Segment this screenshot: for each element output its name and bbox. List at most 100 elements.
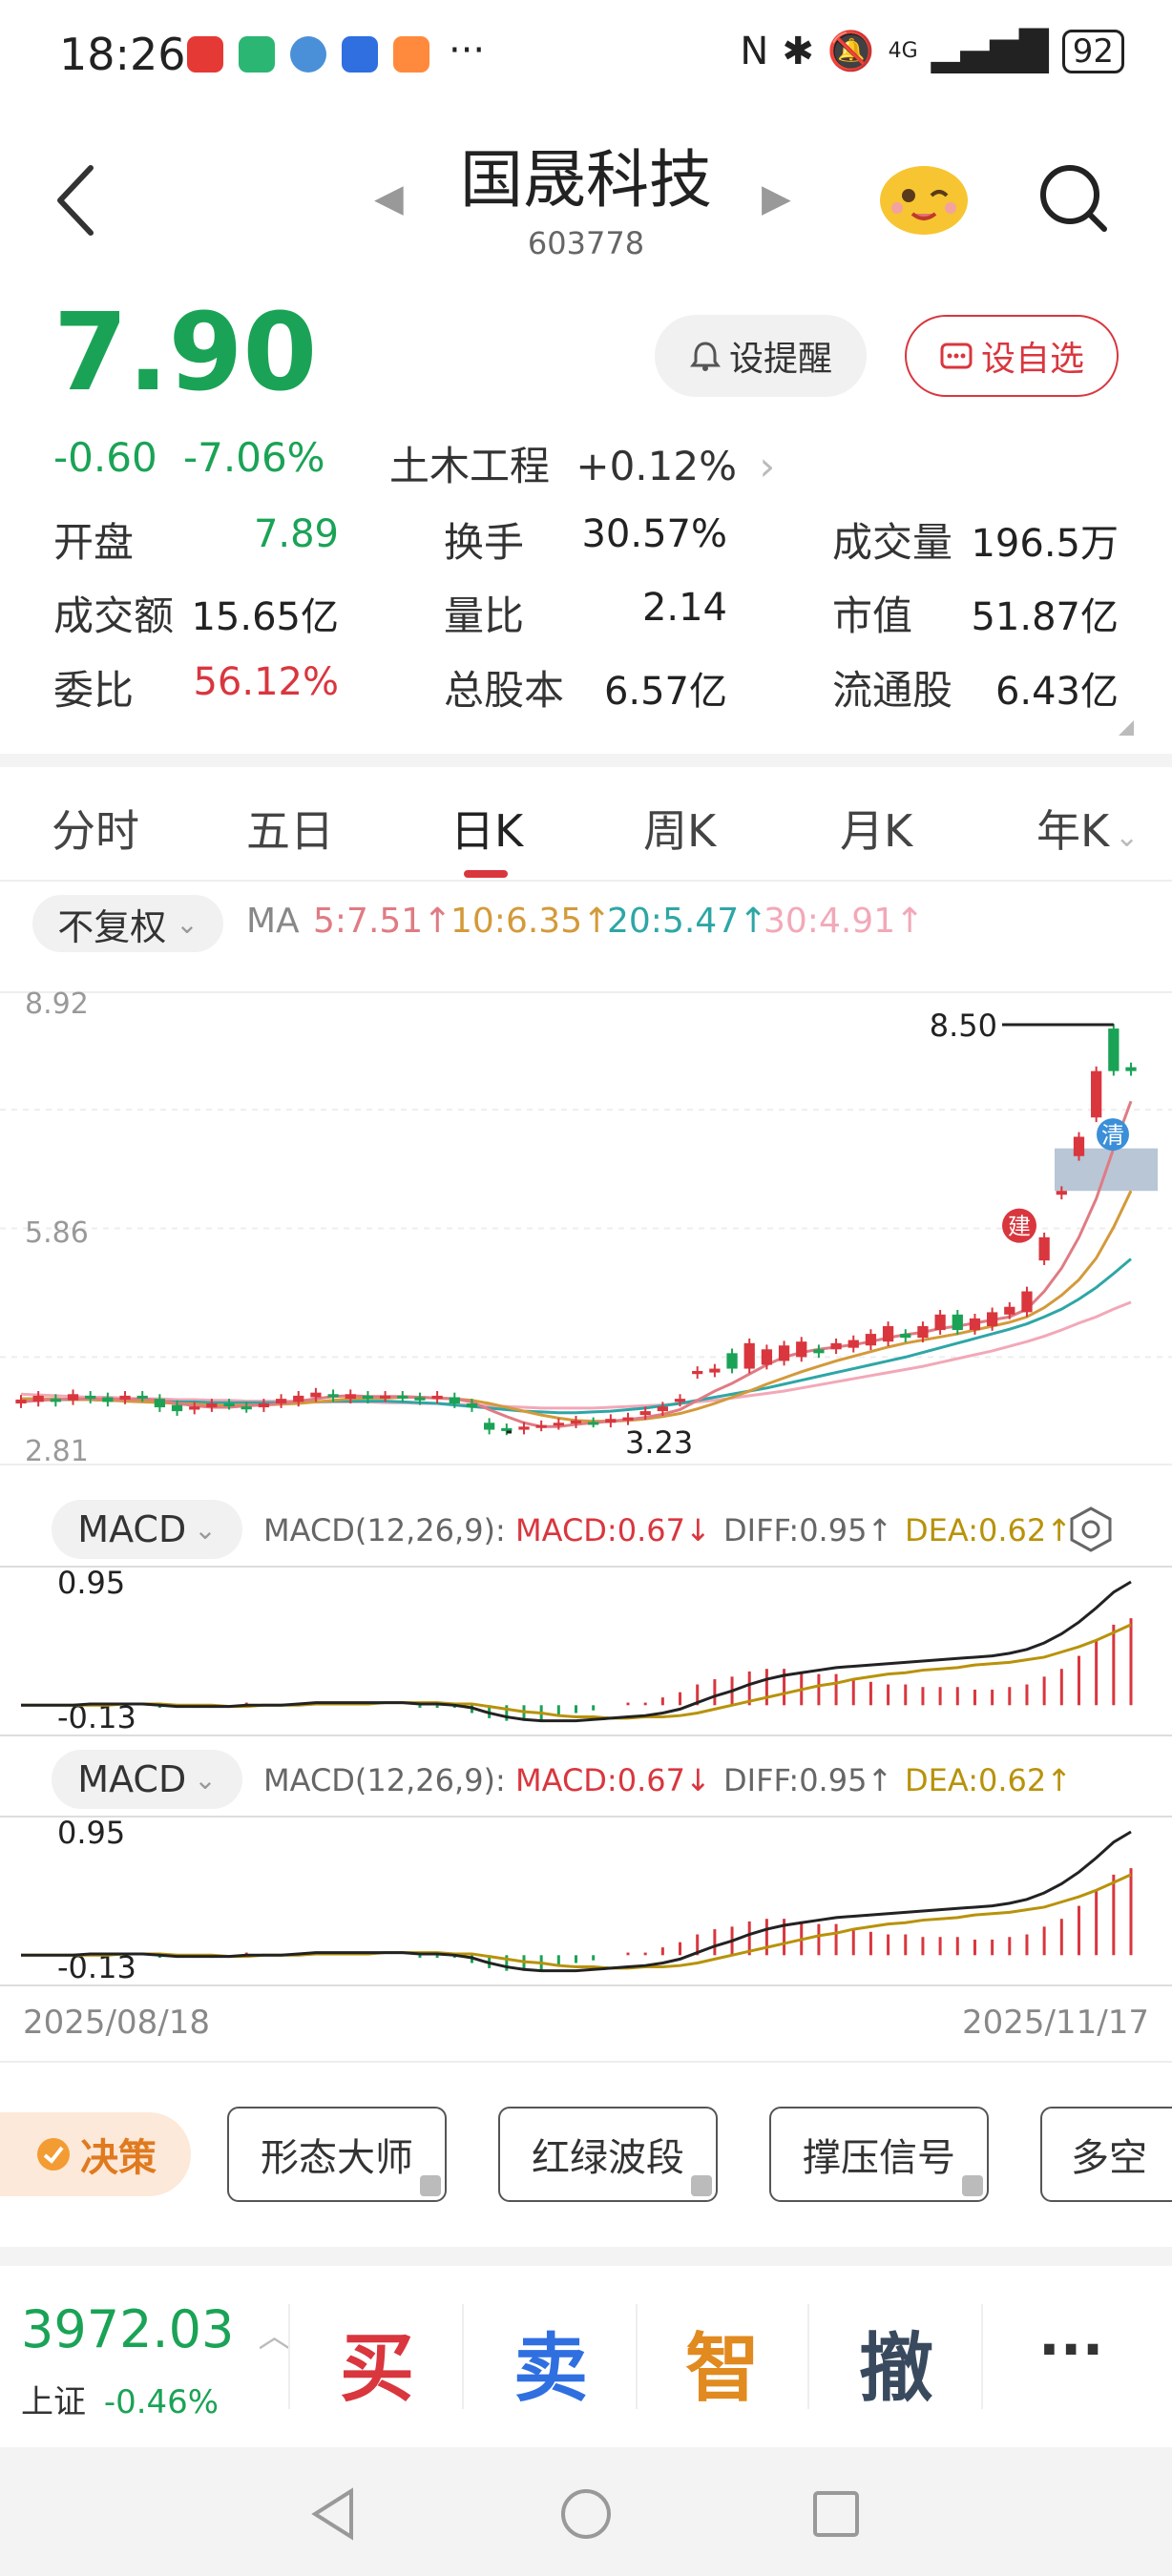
decision-icon bbox=[37, 2138, 70, 2171]
candle-body bbox=[518, 1426, 530, 1430]
candle-body bbox=[397, 1395, 408, 1399]
search-button[interactable] bbox=[1036, 160, 1112, 237]
nfc-icon: N bbox=[740, 29, 769, 73]
kline-chart[interactable]: 8.92 5.86 2.81 8.50 3.23 建 清 bbox=[0, 964, 1172, 1488]
chevron-down-icon: ⌄ bbox=[1115, 821, 1140, 854]
candle-body bbox=[258, 1402, 270, 1408]
candle-body bbox=[1021, 1291, 1033, 1313]
sector-link[interactable]: 土木工程 +0.12% › bbox=[389, 434, 775, 492]
adjust-label: 不复权 bbox=[57, 905, 167, 948]
set-alert-label: 设提醒 bbox=[728, 340, 832, 379]
macd-y-top: 0.95 bbox=[57, 1565, 125, 1601]
watchlist-icon bbox=[940, 343, 973, 369]
candle-body bbox=[848, 1340, 859, 1348]
ma20-value: 20:5.47↑ bbox=[607, 902, 768, 941]
tabs-divider bbox=[0, 880, 1172, 882]
stock-name: 国晟科技 bbox=[460, 143, 712, 217]
tool-bull-bear[interactable]: 多空 bbox=[1040, 2107, 1172, 2202]
section-divider bbox=[0, 2247, 1172, 2266]
candle-body bbox=[206, 1402, 218, 1408]
buy-button[interactable]: 买 bbox=[340, 2309, 414, 2416]
tab-weekly-k[interactable]: 周K bbox=[643, 797, 716, 860]
tab-intraday[interactable]: 分时 bbox=[52, 797, 139, 860]
set-alert-button[interactable]: 设提醒 bbox=[655, 315, 867, 397]
tab-daily-k[interactable]: 日K bbox=[450, 797, 523, 860]
sector-change: +0.12% bbox=[576, 443, 737, 489]
tab-yearly-k[interactable]: 年K ⌄ bbox=[1036, 797, 1139, 860]
nav-home-icon[interactable] bbox=[557, 2485, 615, 2543]
y-axis-label-mid: 5.86 bbox=[25, 1216, 89, 1250]
ma20-line bbox=[21, 1257, 1132, 1415]
expand-corner-icon[interactable] bbox=[1119, 720, 1134, 736]
network-label: 4G bbox=[888, 39, 918, 63]
index-value[interactable]: 3972.03 ︿ bbox=[21, 2299, 290, 2359]
divider bbox=[288, 2304, 290, 2409]
candle-body bbox=[1004, 1306, 1015, 1315]
candle-body bbox=[310, 1392, 322, 1398]
adjust-dropdown[interactable]: 不复权 ⌄ bbox=[32, 895, 223, 952]
app-icon-2 bbox=[393, 36, 429, 73]
ma5-line bbox=[20, 1100, 1133, 1428]
candle-body bbox=[986, 1312, 998, 1326]
candle-body bbox=[1125, 1067, 1137, 1071]
smart-button[interactable]: 智 bbox=[685, 2309, 760, 2416]
candle-body bbox=[674, 1399, 686, 1402]
chevron-right-icon: › bbox=[759, 443, 776, 489]
candle-body bbox=[431, 1395, 443, 1400]
chevron-down-icon: ⌄ bbox=[194, 1513, 217, 1546]
candle-body bbox=[414, 1397, 426, 1401]
macd-chart-1[interactable]: 0.95-0.13 bbox=[0, 1565, 1172, 1741]
sell-button[interactable]: 卖 bbox=[513, 2309, 588, 2416]
candle-body bbox=[1073, 1136, 1085, 1156]
add-watchlist-button[interactable]: 设自选 bbox=[905, 315, 1119, 397]
candle-body bbox=[362, 1395, 374, 1400]
tool-pattern-master[interactable]: 形态大师 bbox=[227, 2107, 447, 2202]
more-button[interactable]: ··· bbox=[1038, 2316, 1103, 2383]
nav-recents-icon[interactable] bbox=[807, 2485, 865, 2543]
y-axis-label-top: 8.92 bbox=[25, 987, 89, 1021]
chevron-down-icon: ⌄ bbox=[176, 907, 199, 940]
tool-label: 多空 bbox=[1071, 2136, 1147, 2180]
candle-body bbox=[102, 1397, 114, 1402]
candle-body bbox=[952, 1314, 963, 1331]
add-watchlist-label: 设自选 bbox=[980, 340, 1084, 379]
candle-body bbox=[743, 1342, 755, 1369]
divider bbox=[636, 2304, 638, 2409]
candle-body bbox=[154, 1399, 166, 1408]
settings-hex-button[interactable] bbox=[1067, 1506, 1115, 1557]
index-info: 上证 -0.46% bbox=[21, 2376, 219, 2422]
tool-red-green-band[interactable]: 红绿波段 bbox=[498, 2107, 718, 2202]
candle-body bbox=[119, 1395, 131, 1400]
candle-body bbox=[622, 1417, 634, 1421]
candle-body bbox=[484, 1423, 495, 1430]
candle-body bbox=[588, 1422, 599, 1425]
macd-chart-2[interactable]: 0.95-0.13 bbox=[0, 1815, 1172, 1991]
ma-label: MA bbox=[246, 902, 300, 941]
candle-body bbox=[275, 1399, 287, 1403]
macd-dropdown-2[interactable]: MACD ⌄ bbox=[52, 1750, 242, 1809]
app-icon bbox=[342, 36, 378, 73]
diff-value: DIFF:0.95↑ bbox=[723, 1512, 893, 1548]
stat-label: 流通股 bbox=[832, 667, 953, 714]
ma30-value: 30:4.91↑ bbox=[764, 902, 925, 941]
chevron-up-icon: ︿ bbox=[258, 2317, 291, 2356]
mascot-icon[interactable] bbox=[876, 153, 972, 239]
tab-five-day[interactable]: 五日 bbox=[246, 797, 334, 860]
macd-dropdown-1[interactable]: MACD ⌄ bbox=[52, 1500, 242, 1559]
cancel-order-button[interactable]: 撤 bbox=[859, 2309, 933, 2416]
dea-value: DEA:0.62↑ bbox=[905, 1512, 1073, 1548]
next-stock-button[interactable]: ▶ bbox=[762, 177, 791, 220]
candle-body bbox=[605, 1419, 617, 1423]
build-badge-label: 建 bbox=[1008, 1214, 1031, 1240]
decision-button[interactable]: 决策 bbox=[0, 2112, 191, 2196]
candle-body bbox=[293, 1395, 304, 1402]
tab-monthly-k[interactable]: 月K bbox=[840, 797, 912, 860]
candle-body bbox=[917, 1325, 929, 1339]
stat-value: 56.12% bbox=[193, 660, 339, 704]
home-icon bbox=[239, 36, 275, 73]
nav-back-icon[interactable] bbox=[305, 2485, 363, 2543]
macd-chip-label: MACD bbox=[77, 1508, 187, 1550]
current-price: 7.90 bbox=[53, 291, 318, 415]
candle-body bbox=[379, 1395, 391, 1399]
tool-support-resistance[interactable]: 撑压信号 bbox=[769, 2107, 989, 2202]
